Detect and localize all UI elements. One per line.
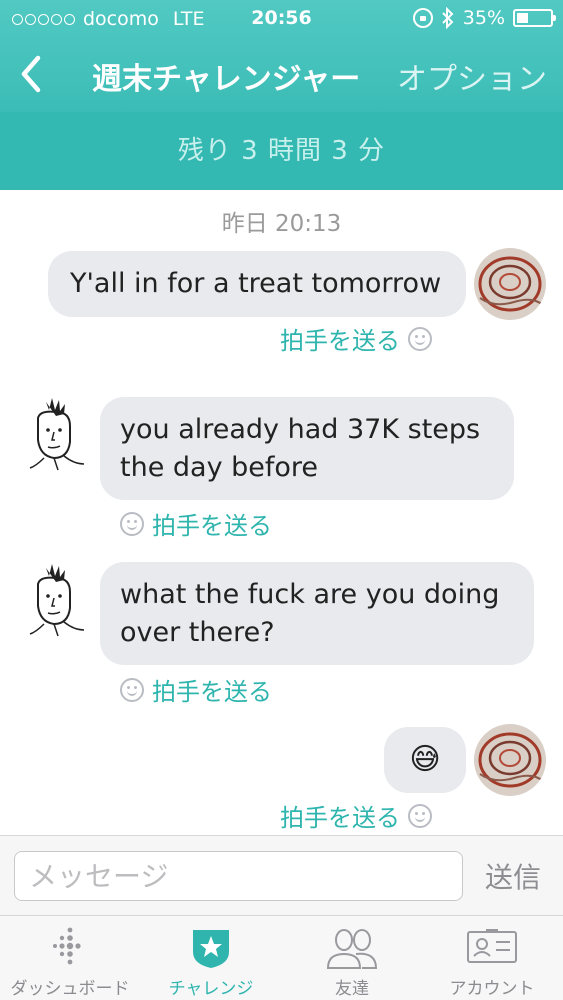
avatar[interactable] [474,248,546,320]
message-composer: 送信 [0,835,563,915]
challenge-star-icon [193,930,229,968]
tab-label: アカウント [449,979,535,999]
options-button[interactable]: オプション [397,54,547,98]
message-input[interactable] [14,851,463,901]
cheer-button[interactable]: 拍手を送る [280,321,432,356]
message-text-line: the day before [120,452,319,483]
avatar[interactable] [474,724,546,796]
tab-dashboard[interactable]: ダッシュボード [0,916,140,1000]
cheer-button[interactable]: 拍手を送る [280,798,432,833]
status-bar: docomo LTE 20:56 35% [0,0,563,38]
page-title: 週末チャレンジャー [92,62,361,97]
header: docomo LTE 20:56 35% 週末チャレンジャー オプション 残り … [0,0,563,190]
tab-account[interactable]: アカウント [422,916,562,1000]
message-text: Y'all in for a treat tomorrow [70,268,442,299]
battery-icon [513,9,556,27]
battery-percent: 35% [462,7,505,29]
cheer-button[interactable]: 拍手を送る [120,506,272,541]
message-text-line: what the fuck are you doing [120,579,500,610]
cheer-label: 拍手を送る [152,678,272,706]
nav-bar: 週末チャレンジャー オプション [0,38,563,110]
tab-bar: ダッシュボード チャレンジ 友達 アカウント [0,915,563,1000]
account-card-icon [467,929,517,963]
message-text-line: over there? [120,617,275,648]
bluetooth-icon [442,7,454,29]
message-bubble-outgoing: Y'all in for a treat tomorrow [48,251,466,317]
rotation-lock-icon [412,8,433,28]
chat-date: 昨日 20:13 [221,211,342,237]
cheer-label: 拍手を送る [152,512,272,540]
smiley-icon [408,803,432,828]
message-bubble-incoming: what the fuck are you doing over there? [100,562,534,665]
message-bubble-outgoing: 😅 [384,727,466,793]
dashboard-dots-icon [53,927,81,965]
chat-thread[interactable]: 昨日 20:13 Y'all in for a treat tomorrow 拍… [0,190,563,835]
friends-icon [326,929,378,969]
message-text-line: you already had 37K steps [120,414,481,445]
tab-label: チャレンジ [168,979,254,999]
time-remaining-banner: 残り 3 時間 3 分 [0,112,563,190]
cheer-label: 拍手を送る [280,327,400,355]
tab-friends[interactable]: 友達 [282,916,422,1000]
avatar[interactable] [24,562,88,640]
tab-challenge[interactable]: チャレンジ [141,916,281,1000]
emoji-message: 😅 [409,742,441,777]
tab-label: 友達 [335,979,369,999]
smiley-icon [120,511,144,536]
send-button[interactable]: 送信 [485,856,541,896]
smiley-icon [408,326,432,351]
message-bubble-incoming: you already had 37K steps the day before [100,397,514,500]
cheer-label: 拍手を送る [280,804,400,832]
tab-label: ダッシュボード [10,979,130,999]
avatar[interactable] [24,396,88,474]
cheer-button[interactable]: 拍手を送る [120,672,272,707]
back-chevron-icon[interactable] [14,52,54,96]
smiley-icon [120,677,144,702]
